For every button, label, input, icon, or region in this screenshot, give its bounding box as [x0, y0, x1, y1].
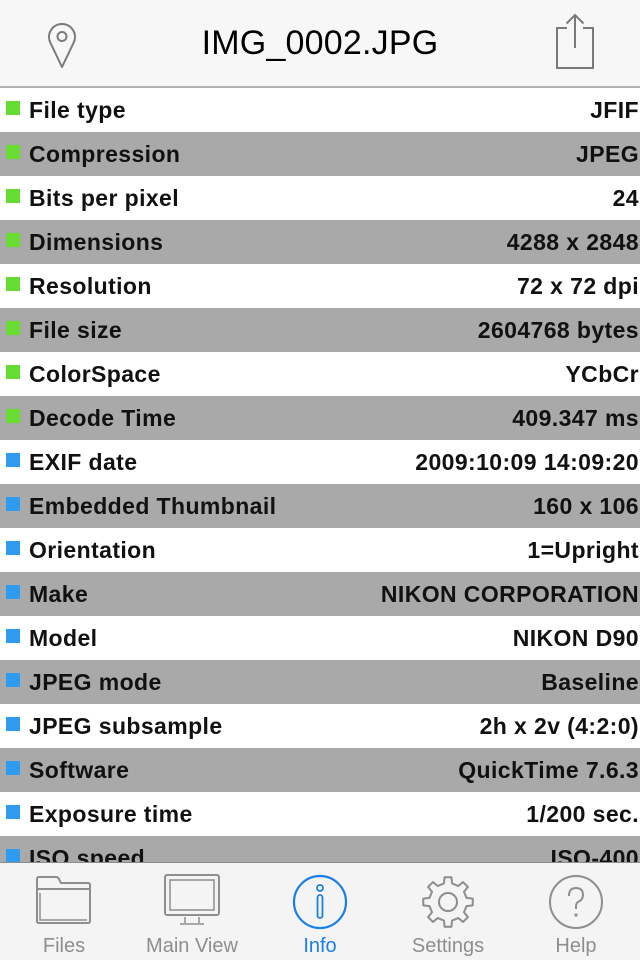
tab-label: Files [42, 935, 86, 957]
info-row[interactable]: Make NIKON CORPORATION [0, 572, 640, 616]
tab-label: Info [303, 935, 337, 957]
row-label: EXIF date [29, 448, 138, 475]
exif-info-bullet-icon [6, 453, 20, 467]
row-label: Dimensions [29, 228, 164, 255]
gear-teeth [422, 876, 474, 928]
row-label: Software [29, 756, 130, 783]
row-label: JPEG mode [29, 668, 162, 695]
row-label: Embedded Thumbnail [29, 492, 277, 519]
file-info-bullet-icon [6, 233, 20, 247]
row-value: 24 [612, 184, 639, 211]
row-value: 2h x 2v (4:2:0) [479, 712, 639, 739]
tab-info[interactable]: Info [256, 863, 384, 960]
info-row[interactable]: File type JFIF [0, 88, 640, 132]
row-label: File size [29, 316, 123, 343]
row-value: QuickTime 7.6.3 [458, 756, 639, 783]
page-title: IMG_0002.JPG [201, 24, 439, 62]
file-info-bullet-icon [6, 365, 20, 379]
row-label: Orientation [29, 536, 157, 563]
exif-info-bullet-icon [6, 673, 20, 687]
file-info-bullet-icon [6, 189, 20, 203]
info-row[interactable]: Software QuickTime 7.6.3 [0, 748, 640, 792]
row-value: YCbCr [565, 360, 639, 387]
info-row[interactable]: Model NIKON D90 [0, 616, 640, 660]
row-label: ISO speed [29, 844, 146, 863]
info-row[interactable]: Orientation 1=Upright [0, 528, 640, 572]
exif-info-bullet-icon [6, 585, 20, 599]
monitor-icon [164, 874, 220, 925]
row-value: NIKON CORPORATION [380, 580, 639, 607]
row-value: 2009:10:09 14:09:20 [415, 448, 639, 475]
exif-info-bullet-icon [6, 805, 20, 819]
exif-info-bullet-icon [6, 497, 20, 511]
exif-info-bullet-icon [6, 849, 20, 862]
row-label: File type [29, 96, 126, 123]
row-label: Exposure time [29, 800, 193, 827]
info-row[interactable]: EXIF date 2009:10:09 14:09:20 [0, 440, 640, 484]
row-label: Resolution [29, 272, 152, 299]
row-value: Baseline [541, 668, 639, 695]
tab-files[interactable]: Files [0, 863, 128, 960]
exif-info-bullet-icon [6, 761, 20, 775]
info-row[interactable]: Embedded Thumbnail 160 x 106 [0, 484, 640, 528]
file-info-bullet-icon [6, 101, 20, 115]
file-info-bullet-icon [6, 321, 20, 335]
info-row[interactable]: JPEG subsample 2h x 2v (4:2:0) [0, 704, 640, 748]
info-row[interactable]: JPEG mode Baseline [0, 660, 640, 704]
info-row[interactable]: Resolution 72 x 72 dpi [0, 264, 640, 308]
folder-icon [36, 876, 91, 924]
row-value: JPEG [576, 140, 639, 167]
row-value: ISO-400 [550, 844, 639, 863]
row-label: Bits per pixel [29, 184, 180, 211]
tab-label: Help [555, 935, 597, 957]
row-value: 4288 x 2848 [506, 228, 639, 255]
info-list[interactable]: File type JFIF Compression JPEG Bits per pix… [0, 88, 640, 862]
info-row[interactable]: ISO speed ISO-400 [0, 836, 640, 862]
info-row[interactable]: ColorSpace YCbCr [0, 352, 640, 396]
row-value: JFIF [590, 96, 639, 123]
exif-info-bullet-icon [6, 629, 20, 643]
tab-label: Main View [146, 935, 238, 957]
info-row[interactable]: Exposure time 1/200 sec. [0, 792, 640, 836]
info-row[interactable]: File size 2604768 bytes [0, 308, 640, 352]
file-info-bullet-icon [6, 145, 20, 159]
share-icon [556, 13, 594, 69]
row-label: Model [29, 624, 98, 651]
row-label: Compression [29, 140, 181, 167]
row-value: 1=Upright [527, 536, 639, 563]
info-row[interactable]: Decode Time 409.347 ms [0, 396, 640, 440]
row-label: JPEG subsample [29, 712, 223, 739]
tab-bar: Files Main View Info Settings Help [0, 862, 640, 960]
file-info-bullet-icon [6, 409, 20, 423]
row-value: 409.347 ms [512, 404, 639, 431]
info-row[interactable]: Compression JPEG [0, 132, 640, 176]
file-info-bullet-icon [6, 277, 20, 291]
tab-main-view[interactable]: Main View [128, 863, 256, 960]
row-value: 160 x 106 [533, 492, 639, 519]
tab-label: Settings [411, 935, 485, 957]
navigation-bar: IMG_0002.JPG [0, 0, 640, 88]
info-icon [292, 874, 348, 930]
tab-help[interactable]: Help [512, 863, 640, 960]
row-label: ColorSpace [29, 360, 161, 387]
help-icon [549, 875, 603, 929]
row-value: 1/200 sec. [526, 800, 639, 827]
info-row[interactable]: Bits per pixel 24 [0, 176, 640, 220]
row-value: 72 x 72 dpi [516, 272, 639, 299]
row-value: NIKON D90 [512, 624, 639, 651]
tab-settings[interactable]: Settings [384, 863, 512, 960]
row-value: 2604768 bytes [477, 316, 639, 343]
exif-info-bullet-icon [6, 541, 20, 555]
info-row[interactable]: Dimensions 4288 x 2848 [0, 220, 640, 264]
gear-icon [422, 876, 474, 928]
row-label: Make [29, 580, 89, 607]
share-button[interactable] [550, 13, 600, 70]
exif-info-bullet-icon [6, 717, 20, 731]
row-label: Decode Time [29, 404, 177, 431]
